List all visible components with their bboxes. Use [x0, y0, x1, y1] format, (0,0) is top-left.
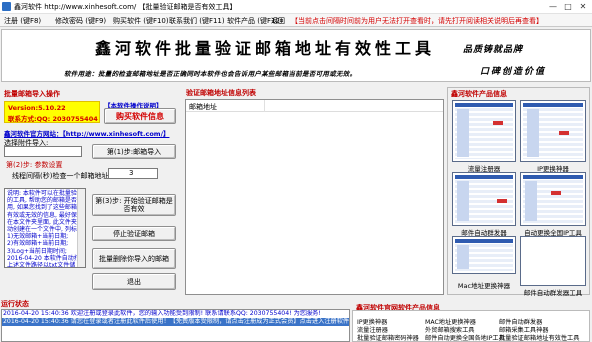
product-thumb-iptool[interactable]	[520, 172, 586, 226]
status-log[interactable]: 2016-04-20 15:40:36 欢迎注册或登录此软件，您的输入功能受到限…	[1, 309, 350, 342]
notes-line: 2016-04-20 本软件自动打开	[7, 254, 86, 262]
column-email[interactable]: 邮箱地址	[189, 102, 217, 112]
maximize-button[interactable]: □	[561, 1, 575, 12]
import-panel: 批量邮箱导入操作 Version:5.10.22 联系方式:QQ: 203075…	[0, 87, 182, 294]
app-window: 鑫河软件 http://www.xinhesoft.com/ 【批量验证邮箱是否…	[0, 0, 592, 342]
result-list[interactable]: 邮箱地址	[185, 99, 444, 295]
exit-button[interactable]: 退出	[92, 273, 176, 290]
banner-title: 鑫河软件批量验证邮箱地址有效性工具	[94, 39, 435, 58]
banner-description: 软件用途：批量的检查邮箱地址是否正确同时本软件也会告诉用户某些邮箱当前是否可用或…	[64, 70, 357, 78]
contact-label: 联系方式:QQ: 2030755404	[8, 115, 98, 123]
minimize-button[interactable]: —	[546, 1, 560, 12]
status-header: 运行状态	[1, 300, 29, 308]
version-box: Version:5.10.22 联系方式:QQ: 2030755404	[4, 101, 100, 123]
product-thumb-traffic[interactable]	[452, 100, 516, 162]
product-link[interactable]: 批量验证邮箱地址有效性工具	[499, 333, 579, 342]
result-list-header: 验证邮箱地址信息列表	[186, 89, 256, 97]
slogan-line2: 口碑创造价值	[480, 67, 547, 77]
notes-line: 上述文件路径以txt文件储	[7, 262, 76, 268]
menu-back[interactable]: 返回	[271, 16, 285, 26]
log-line-selected[interactable]: 2016-04-20 15:40:36 请您在登录或者注册此软件后使用！【免费版…	[2, 318, 349, 326]
interval-label: 线程间隔(秒)检查一个邮箱地址:	[12, 172, 111, 180]
app-icon	[2, 2, 11, 11]
close-button[interactable]: ✕	[576, 1, 590, 12]
product-thumb-mailer2[interactable]	[452, 236, 516, 274]
notes-line: 在本文件夹里面, 此文件夹自	[7, 218, 83, 226]
window-title: 鑫河软件 http://www.xinhesoft.com/ 【批量验证邮箱是否…	[14, 3, 237, 11]
step2-label: 第(2)步: 参数设置	[6, 161, 63, 169]
notes-text: 说明: 本软件可以在批量验证邮箱是否有效的工具, 帮助您的邮箱是否可用, 如果您…	[7, 190, 86, 268]
official-site-link[interactable]: 鑫河软件官方网站：【http://www.xinhesoft.com/】	[4, 128, 169, 138]
stop-verify-button[interactable]: 停止验证邮箱	[92, 226, 176, 241]
menu-register[interactable]: 注册 (键F8)	[4, 16, 41, 26]
notes-line: 有效或无效的信息, 最好保存	[7, 211, 83, 219]
result-column-header[interactable]: 邮箱地址	[186, 100, 443, 112]
menu-notice: 【当前点击间隔时间前为用户无法打开查看时，请先打开阅读相关说明后再查看】	[291, 17, 543, 25]
product-showcase-header: 鑫河软件产品信息	[451, 90, 507, 98]
notes-textarea[interactable]: 说明: 本软件可以在批量验证邮箱是否有效的工具, 帮助您的邮箱是否可用, 如果您…	[4, 188, 86, 268]
caption-search: 邮件自动群发器工具	[523, 289, 583, 297]
product-link[interactable]: 批量验证邮箱密码神器	[357, 333, 419, 342]
product-thumb-ip[interactable]	[520, 100, 586, 162]
products-list: IP更换神器 流量注册器 批量验证邮箱密码神器 MAC地址更换神器 外贸邮箱搜索…	[352, 310, 590, 342]
import-panel-header: 批量邮箱导入操作	[4, 90, 60, 98]
product-link[interactable]: 邮件自动更换全国各地IP工具	[425, 333, 505, 342]
notes-scrollbar[interactable]	[77, 189, 85, 267]
product-thumb-mailer[interactable]	[452, 172, 516, 226]
product-showcase: 鑫河软件产品信息 流量注册器 IP更换神器 邮件自动群发器 自动更换全国IP工具	[447, 87, 590, 297]
import-file-input[interactable]	[4, 146, 82, 157]
log-line: 2016-04-20 15:40:36 欢迎注册或登录此软件，您的输入功能受到限…	[3, 310, 321, 317]
version-label: Version:5.10.22	[8, 104, 66, 112]
menu-buy-software[interactable]: 购买软件 (键F10)	[113, 16, 169, 26]
notes-line: 3)Log+当前日期时间;	[7, 247, 67, 255]
step1-import-button[interactable]: 第(1)步:邮箱导入	[92, 144, 176, 159]
product-thumb-search[interactable]	[520, 236, 586, 286]
menu-bar: 注册 (键F8) 修改密码 (键F9) 购买软件 (键F10) 联系我们 (键F…	[0, 14, 592, 27]
banner: 鑫河软件批量验证邮箱地址有效性工具 软件用途：批量的检查邮箱地址是否正确同时本软…	[1, 29, 591, 82]
slogan-line1: 品质铸就品牌	[463, 45, 524, 55]
menu-change-password[interactable]: 修改密码 (键F9)	[55, 16, 106, 26]
interval-input[interactable]: 3	[108, 168, 158, 179]
notes-line: 2)有效邮箱+当前日期;	[7, 240, 69, 248]
step3-verify-button[interactable]: 第(3)步: 开始验证邮箱是否有效	[92, 194, 176, 216]
caption-mac: Mac地址更换神器	[457, 282, 511, 290]
menu-contact-us[interactable]: 联系我们 (键F11)	[169, 16, 225, 26]
column-separator	[264, 100, 265, 112]
batch-delete-button[interactable]: 批量删除你导入的邮箱	[92, 248, 176, 269]
title-bar: 鑫河软件 http://www.xinhesoft.com/ 【批量验证邮箱是否…	[0, 0, 592, 14]
buy-info-button[interactable]: 购买软件信息	[104, 108, 176, 124]
notes-line: 用, 如果您找到了这些邮箱	[7, 204, 77, 212]
